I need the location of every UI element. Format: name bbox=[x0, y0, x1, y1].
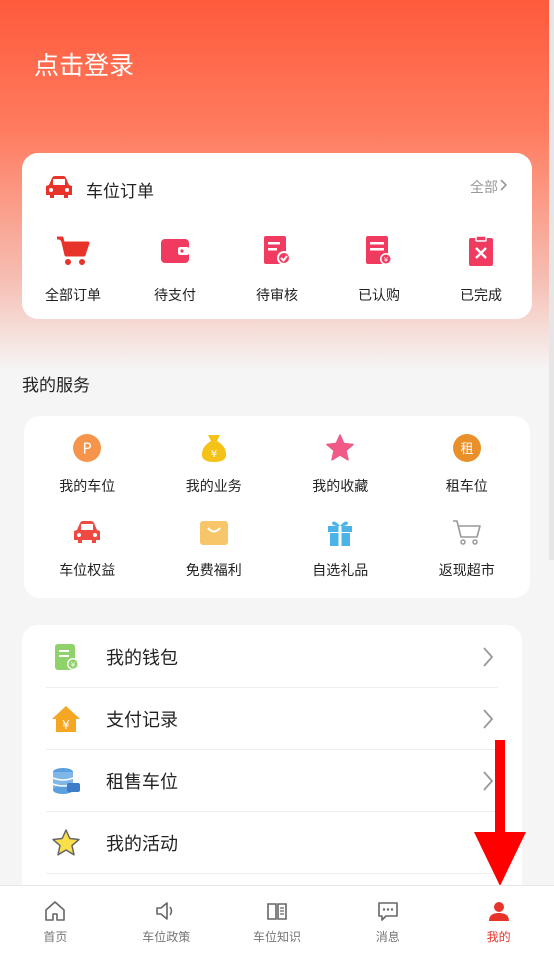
order-item-purchased[interactable]: ¥ 已认购 bbox=[328, 233, 430, 305]
user-icon bbox=[443, 900, 554, 926]
service-label: 免费福利 bbox=[185, 563, 242, 579]
order-all-link[interactable]: 全部 bbox=[470, 177, 510, 197]
service-label: 自选礼品 bbox=[312, 563, 369, 579]
service-free-welfare[interactable]: 免费福利 bbox=[151, 516, 278, 600]
tab-home[interactable]: 首页 bbox=[0, 886, 111, 953]
review-doc-icon bbox=[226, 233, 328, 269]
tab-parking-policy[interactable]: 车位政策 bbox=[111, 886, 222, 953]
order-item-label: 全部订单 bbox=[45, 288, 101, 304]
menu-item-my-activities[interactable]: 我的活动 bbox=[46, 812, 498, 874]
tab-label: 我的 bbox=[486, 930, 511, 944]
menu-item-wallet[interactable]: ¥ 我的钱包 bbox=[46, 626, 498, 688]
svg-text:¥: ¥ bbox=[71, 661, 76, 669]
service-parking-benefits[interactable]: 车位权益 bbox=[24, 516, 151, 600]
wallet-icon bbox=[124, 233, 226, 269]
order-item-label: 已完成 bbox=[460, 288, 502, 304]
services-title: 我的服务 bbox=[22, 376, 90, 396]
car-icon bbox=[44, 175, 74, 203]
service-label: 车位权益 bbox=[59, 563, 116, 579]
chevron-right-icon bbox=[478, 646, 498, 668]
coin-stack-icon bbox=[46, 766, 86, 796]
service-my-parking[interactable]: P 我的车位 bbox=[24, 432, 151, 516]
activity-star-icon bbox=[46, 828, 86, 858]
book-icon bbox=[222, 900, 333, 926]
order-item-label: 待支付 bbox=[154, 288, 196, 304]
scrollbar[interactable] bbox=[549, 0, 554, 560]
tab-label: 车位知识 bbox=[252, 930, 301, 944]
cart-icon bbox=[22, 233, 124, 269]
tab-messages[interactable]: 消息 bbox=[332, 886, 443, 953]
service-label: 我的车位 bbox=[59, 479, 116, 495]
tab-parking-knowledge[interactable]: 车位知识 bbox=[222, 886, 333, 953]
star-icon bbox=[277, 432, 404, 464]
order-header: 车位订单 bbox=[44, 175, 154, 203]
home-icon bbox=[0, 900, 111, 926]
service-my-business[interactable]: ¥ 我的业务 bbox=[151, 432, 278, 516]
service-rent-parking[interactable]: 租 租车位 bbox=[404, 432, 531, 516]
menu-item-payment-records[interactable]: ¥ 支付记录 bbox=[46, 688, 498, 750]
shopping-cart-icon bbox=[404, 516, 531, 548]
order-item-pending-review[interactable]: 待审核 bbox=[226, 233, 328, 305]
speaker-icon bbox=[111, 900, 222, 926]
menu-item-label: 我的活动 bbox=[106, 833, 178, 855]
chevron-right-icon bbox=[478, 708, 498, 730]
service-cashback-market[interactable]: 返现超市 bbox=[404, 516, 531, 600]
purchased-doc-icon: ¥ bbox=[328, 233, 430, 269]
menu-item-rent-sell-parking[interactable]: 租售车位 bbox=[46, 750, 498, 812]
service-label: 返现超市 bbox=[438, 563, 495, 579]
tab-mine[interactable]: 我的 bbox=[443, 886, 554, 953]
shopping-bag-icon bbox=[151, 516, 278, 548]
order-item-pending-payment[interactable]: 待支付 bbox=[124, 233, 226, 305]
svg-text:P: P bbox=[83, 440, 92, 458]
order-all-label: 全部 bbox=[470, 180, 498, 196]
tab-label: 首页 bbox=[43, 930, 68, 944]
services-card: P 我的车位 ¥ 我的业务 我的收藏 租 租车位 车位权益 免费福利 自选礼品 … bbox=[24, 416, 530, 598]
svg-text:¥: ¥ bbox=[384, 256, 389, 264]
order-item-completed[interactable]: 已完成 bbox=[430, 233, 532, 305]
menu-item-label: 支付记录 bbox=[106, 709, 178, 731]
message-icon bbox=[332, 900, 443, 926]
completed-clipboard-icon bbox=[430, 233, 532, 269]
service-label: 租车位 bbox=[445, 479, 488, 495]
parking-icon: P bbox=[24, 432, 151, 464]
menu-item-label: 我的钱包 bbox=[106, 647, 178, 669]
service-my-favorites[interactable]: 我的收藏 bbox=[277, 432, 404, 516]
order-title: 车位订单 bbox=[86, 181, 154, 202]
order-item-label: 待审核 bbox=[256, 288, 298, 304]
service-label: 我的业务 bbox=[185, 479, 242, 495]
order-item-all[interactable]: 全部订单 bbox=[22, 233, 124, 305]
red-arrow-annotation bbox=[472, 740, 528, 886]
rent-icon-text: 租 bbox=[460, 442, 473, 457]
menu-card: ¥ 我的钱包 ¥ 支付记录 租售车位 我的活动 bbox=[22, 625, 522, 905]
order-item-label: 已认购 bbox=[358, 288, 400, 304]
rent-icon: 租 bbox=[404, 432, 531, 464]
menu-item-label: 租售车位 bbox=[106, 771, 178, 793]
wallet-doc-icon: ¥ bbox=[46, 642, 86, 672]
svg-text:¥: ¥ bbox=[211, 449, 217, 460]
svg-text:¥: ¥ bbox=[62, 718, 70, 732]
service-label: 我的收藏 bbox=[312, 479, 369, 495]
gift-icon bbox=[277, 516, 404, 548]
login-link[interactable]: 点击登录 bbox=[34, 46, 134, 82]
chevron-right-icon bbox=[498, 178, 510, 196]
tab-label: 消息 bbox=[375, 930, 400, 944]
house-yen-icon: ¥ bbox=[46, 704, 86, 734]
money-bag-icon: ¥ bbox=[151, 432, 278, 464]
tab-label: 车位政策 bbox=[142, 930, 191, 944]
order-card: 车位订单 全部 全部订单 待支付 待审核 ¥ 已认购 已完成 bbox=[22, 153, 532, 319]
tab-bar: 首页 车位政策 车位知识 消息 我的 bbox=[0, 885, 554, 953]
car-icon bbox=[24, 516, 151, 548]
service-select-gift[interactable]: 自选礼品 bbox=[277, 516, 404, 600]
